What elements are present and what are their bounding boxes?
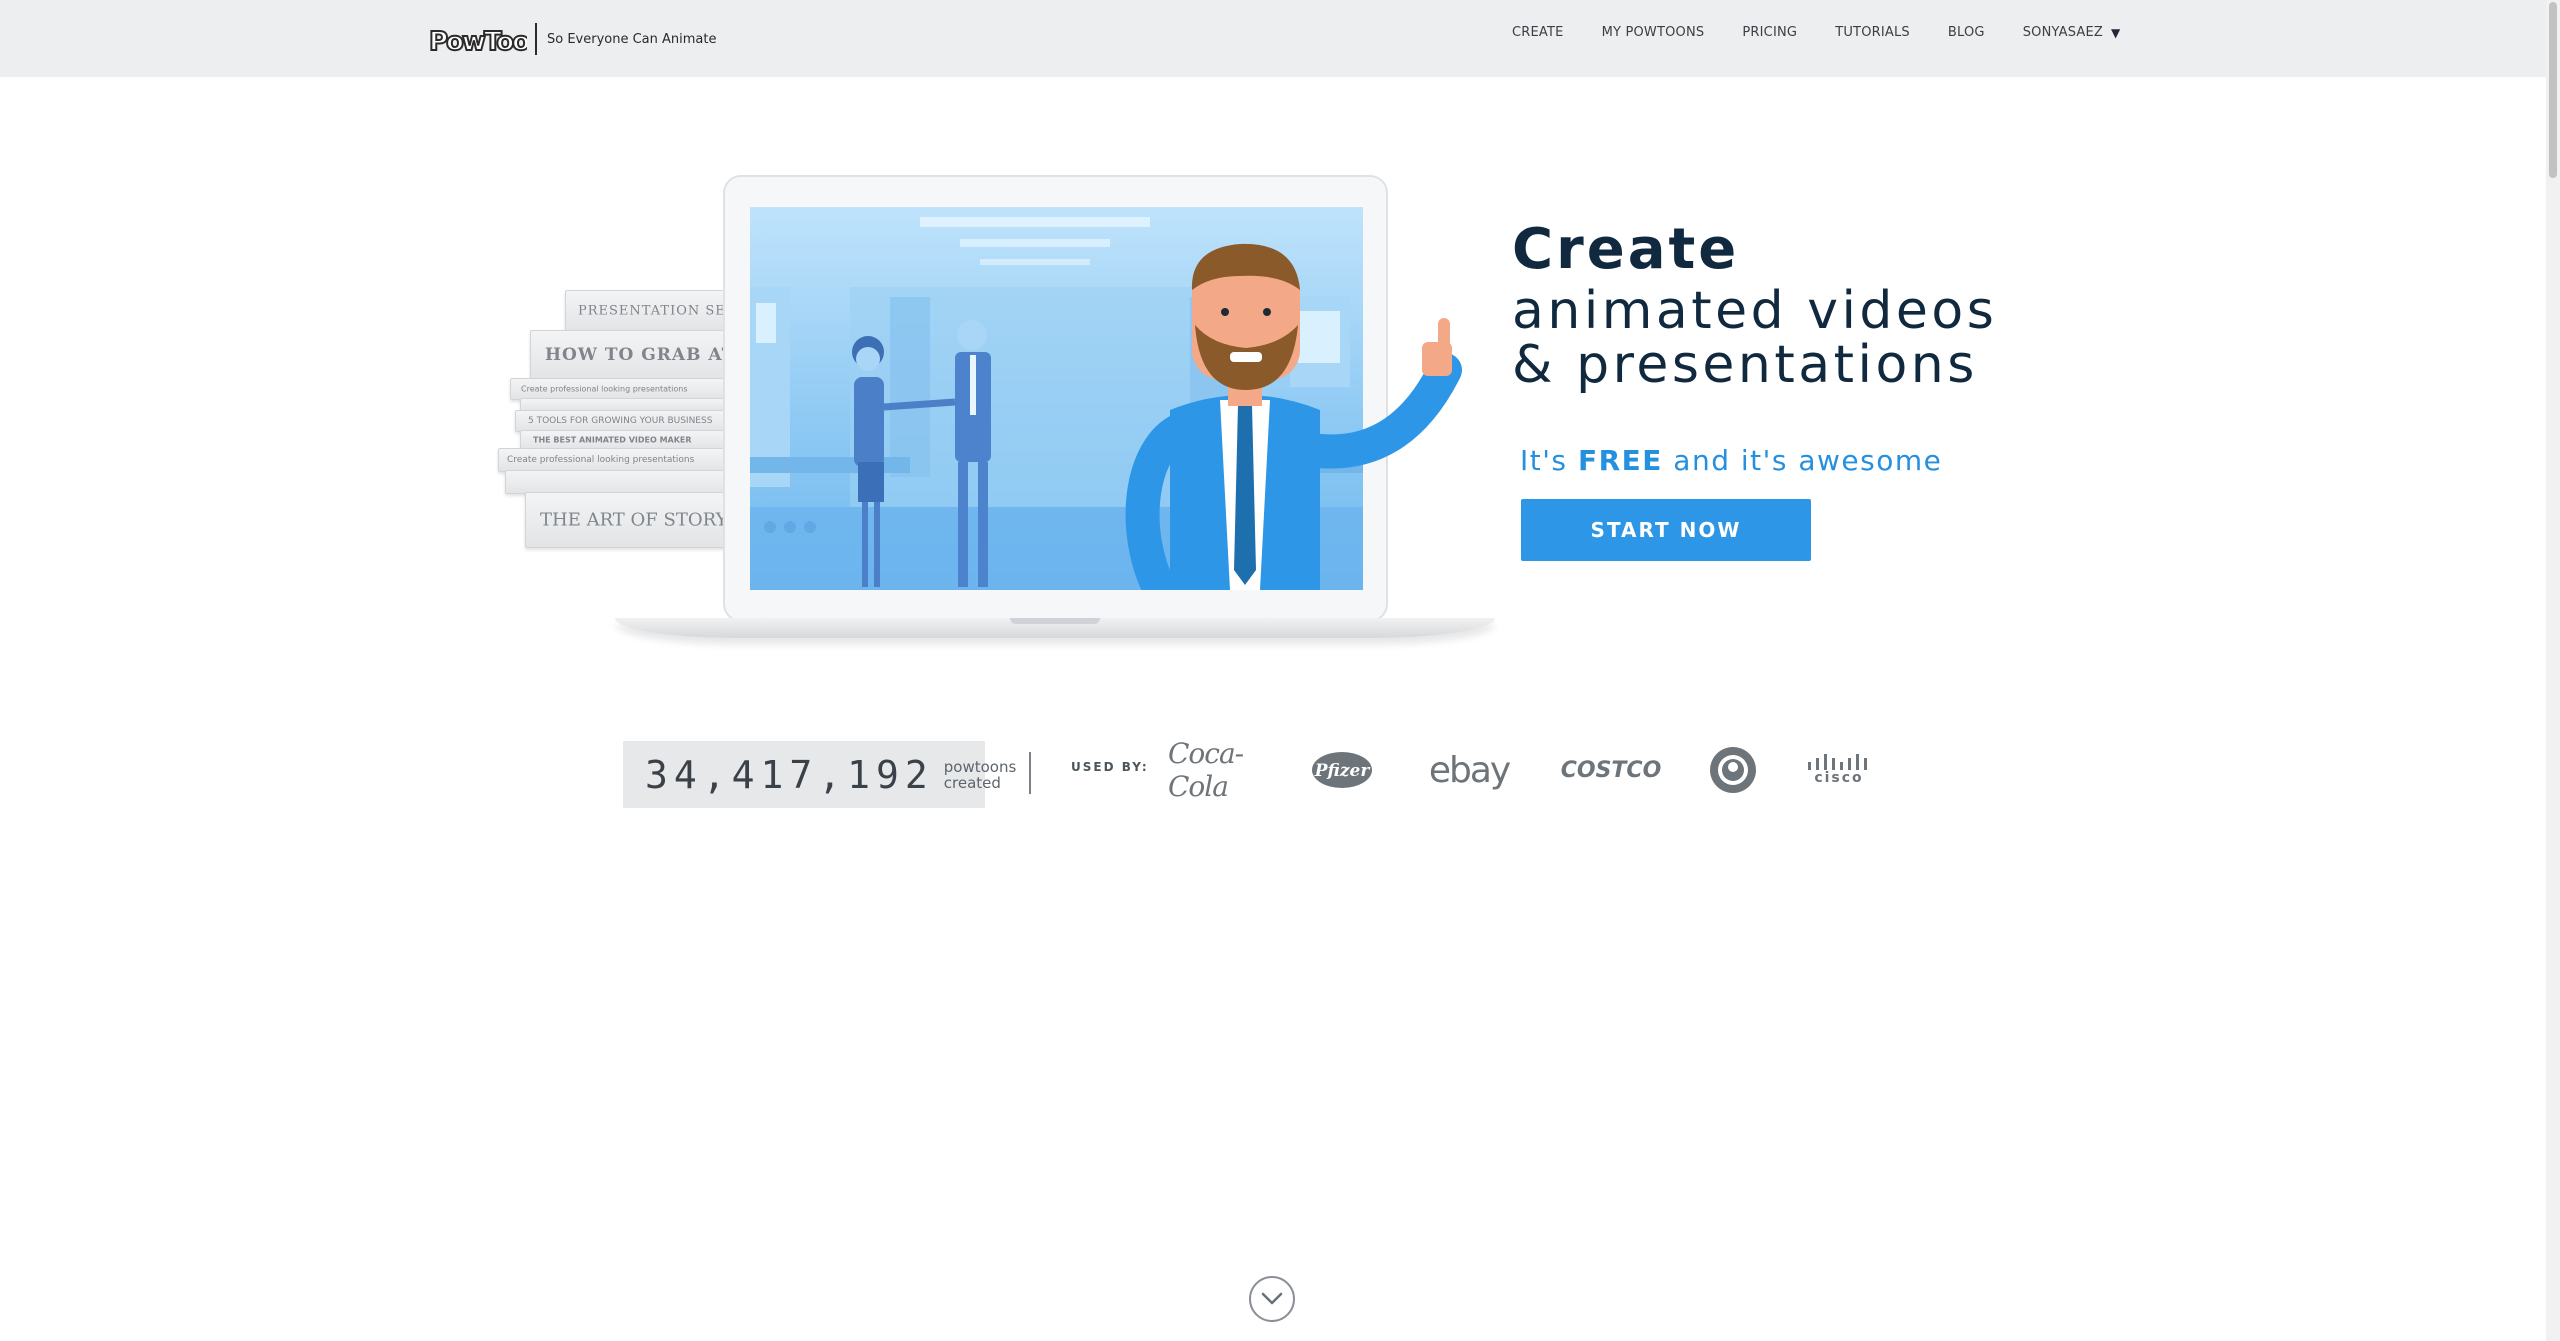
book-stack: PRESENTATION SECRETS HOW TO GRAB ATTENTI… [490, 290, 760, 600]
chevron-down-icon [1261, 1292, 1283, 1305]
free-tagline: It's FREE and it's awesome [1520, 444, 1942, 477]
hero-subtitle-line2: & presentations [1512, 335, 1978, 395]
free-prefix: It's [1520, 444, 1568, 477]
book: Create professional looking presentation… [510, 378, 755, 400]
cisco-bars-icon [1808, 754, 1867, 770]
main-nav: CREATE MY POWTOONS PRICING TUTORIALS BLO… [1512, 25, 2120, 40]
costco-logo: COSTCO [1560, 757, 1662, 783]
nav-tutorials[interactable]: TUTORIALS [1835, 25, 1910, 40]
free-word: FREE [1577, 444, 1663, 477]
hero-copy: Create animated videos & presentations [1512, 216, 2112, 392]
used-by-label: USED BY: [1071, 760, 1149, 774]
user-menu[interactable]: SONYASAEZ ▼ [2023, 25, 2121, 40]
starbucks-logo [1708, 745, 1758, 795]
pfizer-logo: Pfizer [1310, 745, 1374, 795]
cisco-logo: cisco [1804, 745, 1874, 795]
nav-create[interactable]: CREATE [1512, 25, 1564, 40]
book: THE BEST ANIMATED VIDEO MAKER [520, 430, 755, 450]
hero-title: Create [1512, 217, 1740, 282]
book-title: 5 TOOLS FOR GROWING YOUR BUSINESS [528, 416, 713, 426]
book: HOW TO GRAB ATTENTION [530, 330, 755, 380]
book-title: Create professional looking presentation… [521, 384, 688, 394]
nav-pricing[interactable]: PRICING [1742, 25, 1797, 40]
counter-label-line2: created [943, 773, 1001, 792]
book: THE ART OF STORY TELLING [525, 492, 755, 548]
logo-tagline: So Everyone Can Animate [547, 31, 717, 47]
nav-blog[interactable]: BLOG [1948, 25, 1985, 40]
presenter-character [1125, 243, 1462, 590]
caret-down-icon: ▼ [2111, 25, 2121, 40]
user-name: SONYASAEZ [2022, 25, 2104, 40]
vertical-scrollbar[interactable] [2546, 0, 2560, 1341]
stats-divider [1029, 752, 1031, 794]
book: 5 TOOLS FOR GROWING YOUR BUSINESS [515, 410, 755, 432]
cisco-logo-text: cisco [1814, 770, 1864, 786]
nav-my-powtoons[interactable]: MY POWTOONS [1602, 25, 1705, 40]
page: PowToon So Everyone Can Animate CREATE M… [0, 0, 2560, 1341]
svg-text:PowToon: PowToon [429, 27, 527, 57]
top-header: PowToon So Everyone Can Animate CREATE M… [0, 0, 2546, 77]
book-title: Create professional looking presentation… [507, 455, 695, 465]
ebay-logo: ebay [1428, 749, 1511, 791]
coca-cola-logo: Coca-Cola [1168, 737, 1244, 803]
start-now-button[interactable]: START NOW [1521, 499, 1811, 561]
laptop-notch [1010, 618, 1100, 624]
scroll-down-button[interactable] [1249, 1276, 1295, 1322]
logo-divider [535, 23, 537, 55]
pfizer-logo-text: Pfizer [1314, 761, 1371, 781]
book-title: THE BEST ANIMATED VIDEO MAKER [533, 435, 692, 445]
scrollbar-thumb[interactable] [2549, 2, 2557, 178]
powtoon-logo-mark: PowToon [427, 20, 527, 58]
counter-number: 34,417,192 [645, 752, 934, 797]
book: Create professional looking presentation… [498, 448, 755, 472]
book [505, 470, 755, 494]
hero-subtitle-line1: animated videos [1512, 281, 1998, 341]
free-suffix: and it's awesome [1673, 444, 1943, 477]
counter-label: powtoons created [944, 759, 1017, 791]
powtoon-logo[interactable]: PowToon So Everyone Can Animate [427, 19, 727, 59]
hero-illustration: PRESENTATION SECRETS HOW TO GRAB ATTENTI… [480, 170, 1530, 660]
powtoons-counter: 34,417,192 powtoons created [623, 741, 1016, 808]
